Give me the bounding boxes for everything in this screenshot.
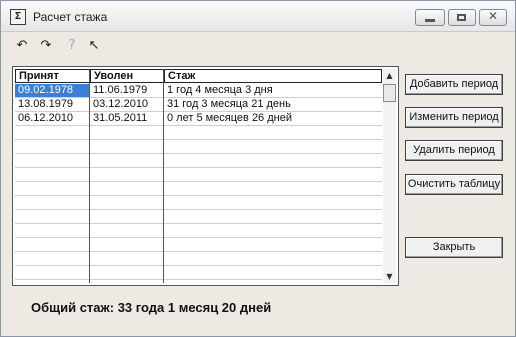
title-bar: Σ Расчет стажа ✕ bbox=[1, 1, 515, 32]
table-cell-hired[interactable] bbox=[15, 210, 90, 223]
table-cell-fired[interactable] bbox=[90, 182, 164, 195]
table-cell-tenure[interactable]: 1 год 4 месяца 3 дня bbox=[164, 84, 382, 97]
scroll-down-icon[interactable]: ▼ bbox=[383, 270, 396, 283]
table-cell-fired[interactable] bbox=[90, 238, 164, 251]
table-cell-tenure[interactable] bbox=[164, 238, 382, 251]
app-window: Σ Расчет стажа ✕ ↶ ↷ ? ↖ Принят Уволен С… bbox=[0, 0, 516, 337]
table-cell-tenure[interactable] bbox=[164, 168, 382, 181]
table-cell-hired[interactable] bbox=[15, 266, 90, 279]
table-cell-fired[interactable] bbox=[90, 154, 164, 167]
table-cell-hired[interactable] bbox=[15, 252, 90, 265]
column-header-tenure[interactable]: Стаж bbox=[164, 69, 382, 83]
vertical-scrollbar[interactable]: ▲ ▼ bbox=[383, 69, 396, 283]
empty-table-row[interactable] bbox=[15, 196, 382, 210]
table-cell-tenure[interactable]: 0 лет 5 месяцев 26 дней bbox=[164, 112, 382, 125]
column-header-fired[interactable]: Уволен bbox=[90, 69, 164, 83]
scroll-thumb[interactable] bbox=[383, 84, 396, 102]
table-cell-hired[interactable] bbox=[15, 154, 90, 167]
table-cell-fired[interactable]: 11.06.1979 bbox=[90, 84, 164, 97]
table-cell-tenure[interactable] bbox=[164, 140, 382, 153]
table-cell-tenure[interactable]: 31 год 3 месяца 21 день bbox=[164, 98, 382, 111]
column-header-hired[interactable]: Принят bbox=[15, 69, 90, 83]
table-row[interactable]: 06.12.2010 31.05.2011 0 лет 5 месяцев 26 д… bbox=[15, 112, 382, 126]
table-cell-hired[interactable] bbox=[15, 126, 90, 139]
empty-table-row[interactable] bbox=[15, 252, 382, 266]
table-cell-tenure[interactable] bbox=[164, 266, 382, 279]
close-icon: ✕ bbox=[487, 9, 499, 23]
table-cell-fired[interactable] bbox=[90, 266, 164, 279]
table-cell-fired[interactable] bbox=[90, 126, 164, 139]
empty-table-row[interactable] bbox=[15, 210, 382, 224]
grid-table-area: Принят Уволен Стаж 09.02.1978 11.06.1979 1… bbox=[15, 69, 382, 283]
scroll-up-icon[interactable]: ▲ bbox=[383, 69, 396, 82]
table-cell-tenure[interactable] bbox=[164, 196, 382, 209]
empty-table-row[interactable] bbox=[15, 266, 382, 280]
table-cell-fired[interactable] bbox=[90, 140, 164, 153]
empty-table-row[interactable] bbox=[15, 224, 382, 238]
table-cell-hired[interactable] bbox=[15, 168, 90, 181]
column-divider bbox=[163, 69, 164, 283]
table-cell-hired[interactable]: 06.12.2010 bbox=[15, 112, 90, 125]
window-title: Расчет стажа bbox=[33, 10, 108, 24]
table-cell-fired[interactable] bbox=[90, 210, 164, 223]
maximize-icon bbox=[457, 14, 466, 21]
table-cell-fired[interactable]: 31.05.2011 bbox=[90, 112, 164, 125]
table-cell-fired[interactable]: 03.12.2010 bbox=[90, 98, 164, 111]
table-cell-fired[interactable] bbox=[90, 168, 164, 181]
table-cell-tenure[interactable] bbox=[164, 126, 382, 139]
periods-grid[interactable]: Принят Уволен Стаж 09.02.1978 11.06.1979 1… bbox=[12, 66, 399, 286]
empty-table-row[interactable] bbox=[15, 168, 382, 182]
grid-rows: 09.02.1978 11.06.1979 1 год 4 месяца 3 дня… bbox=[15, 84, 382, 283]
maximize-button[interactable] bbox=[448, 9, 476, 26]
undo-arrow-icon[interactable]: ↶ bbox=[13, 37, 31, 55]
minimize-icon bbox=[425, 19, 435, 22]
minimize-button[interactable] bbox=[415, 9, 445, 26]
table-cell-tenure[interactable] bbox=[164, 210, 382, 223]
table-cell-tenure[interactable] bbox=[164, 252, 382, 265]
app-icon: Σ bbox=[10, 9, 26, 25]
empty-table-row[interactable] bbox=[15, 140, 382, 154]
close-window-button[interactable]: ✕ bbox=[479, 9, 507, 26]
table-row[interactable]: 13.08.1979 03.12.2010 31 год 3 месяца 21 д… bbox=[15, 98, 382, 112]
delete-period-button[interactable]: Удалить период bbox=[405, 140, 503, 161]
close-button[interactable]: Закрыть bbox=[405, 237, 503, 258]
table-cell-tenure[interactable] bbox=[164, 224, 382, 237]
clear-table-button[interactable]: Очистить таблицу bbox=[405, 174, 503, 195]
table-cell-fired[interactable] bbox=[90, 224, 164, 237]
table-cell-hired[interactable]: 09.02.1978 bbox=[15, 84, 90, 97]
column-divider bbox=[89, 69, 90, 283]
table-cell-tenure[interactable] bbox=[164, 182, 382, 195]
table-row[interactable]: 09.02.1978 11.06.1979 1 год 4 месяца 3 дня bbox=[15, 84, 382, 98]
help-icon[interactable]: ? bbox=[63, 37, 81, 55]
empty-table-row[interactable] bbox=[15, 126, 382, 140]
table-cell-fired[interactable] bbox=[90, 252, 164, 265]
table-cell-tenure[interactable] bbox=[164, 154, 382, 167]
table-cell-hired[interactable] bbox=[15, 238, 90, 251]
empty-table-row[interactable] bbox=[15, 154, 382, 168]
total-tenure-label: Общий стаж: 33 года 1 месяц 20 дней bbox=[31, 300, 272, 315]
table-cell-hired[interactable] bbox=[15, 140, 90, 153]
empty-table-row[interactable] bbox=[15, 238, 382, 252]
table-cell-hired[interactable]: 13.08.1979 bbox=[15, 98, 90, 111]
add-period-button[interactable]: Добавить период bbox=[405, 74, 503, 95]
empty-table-row[interactable] bbox=[15, 182, 382, 196]
table-cell-hired[interactable] bbox=[15, 224, 90, 237]
edit-period-button[interactable]: Изменить период bbox=[405, 107, 503, 128]
redo-arrow-icon[interactable]: ↷ bbox=[37, 37, 55, 55]
table-cell-fired[interactable] bbox=[90, 196, 164, 209]
table-cell-hired[interactable] bbox=[15, 196, 90, 209]
table-cell-hired[interactable] bbox=[15, 182, 90, 195]
whats-this-cursor-icon[interactable]: ↖ bbox=[85, 37, 103, 55]
